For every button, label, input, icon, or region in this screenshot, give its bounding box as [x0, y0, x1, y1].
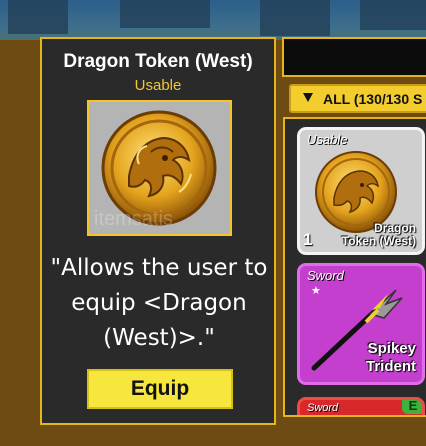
inventory-header	[282, 37, 426, 77]
equip-button[interactable]: Equip	[87, 369, 233, 409]
dropdown-arrow-icon	[303, 93, 313, 102]
inventory-item-dragon-token[interactable]: Usable 1 Dragon Token (West)	[297, 127, 425, 255]
item-description: "Allows the user to equip <Dragon (West)…	[50, 255, 268, 351]
item-tag: Sword	[307, 268, 344, 283]
item-type-label: Usable	[134, 77, 182, 94]
item-detail-panel: Dragon Token (West) Usable "Allows the u…	[40, 37, 276, 425]
equipped-badge: E	[402, 400, 422, 414]
inventory-item-sword-equipped[interactable]: Sword E	[297, 397, 425, 415]
item-name: Dragon Token (West)	[342, 222, 416, 248]
item-title: Dragon Token (West)	[63, 51, 253, 72]
item-name-line-2: Token (West)	[341, 234, 416, 248]
item-tag: Sword	[307, 402, 339, 414]
item-name-line-1: Spikey	[367, 340, 416, 357]
watermark: itemsatis	[94, 208, 173, 230]
inventory-filter-dropdown[interactable]: ALL (130/130 S	[289, 84, 426, 113]
item-name-line-2: Trident	[365, 358, 416, 375]
inventory-list[interactable]: Usable 1 Dragon Token (West) Sword ★ Spi…	[283, 117, 426, 417]
inventory-item-spikey-trident[interactable]: Sword ★ Spikey Trident	[297, 263, 425, 385]
item-quantity: 1	[303, 230, 313, 249]
item-tag: Usable	[307, 132, 348, 147]
filter-label: ALL (130/130 S	[323, 91, 423, 107]
item-name: Spikey Trident	[366, 340, 416, 376]
